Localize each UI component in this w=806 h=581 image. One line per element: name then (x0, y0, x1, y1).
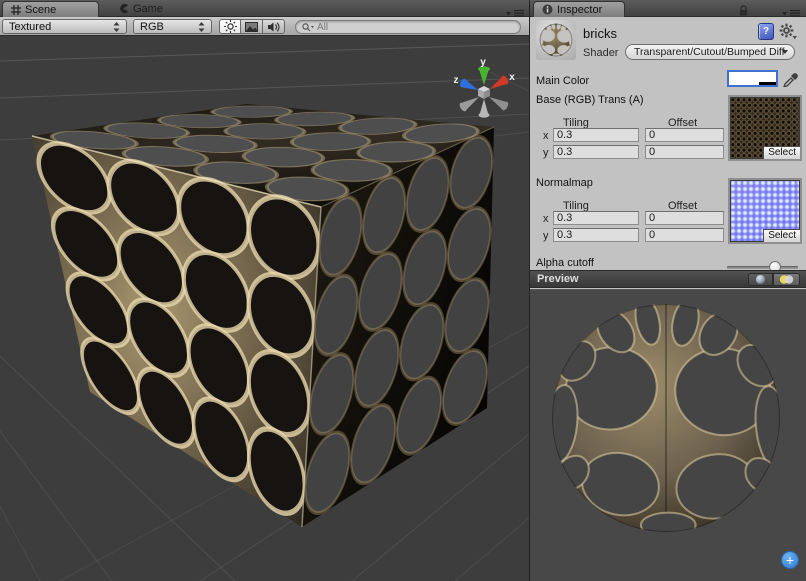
unity-editor-window: Scene Game Textured (0, 0, 806, 581)
scene-grid-icon (11, 5, 21, 15)
scene-search-field[interactable] (295, 20, 521, 34)
gear-icon (779, 23, 797, 40)
updown-arrows-icon (198, 22, 205, 32)
tab-scene-label: Scene (25, 4, 56, 16)
info-icon (542, 4, 553, 15)
inspector-tab-bar: Inspector (530, 0, 806, 17)
gizmo-z-label: z (454, 75, 459, 86)
plus-glyph: + (786, 552, 794, 568)
normal-x-label: x (543, 213, 549, 225)
base-texture-select-button[interactable]: Select (763, 146, 800, 159)
search-icon (302, 23, 314, 32)
scene-skybox-toggle[interactable] (241, 19, 263, 34)
scene-audio-toggle[interactable] (263, 19, 285, 34)
orientation-gizmo[interactable]: y x z (454, 57, 516, 118)
scene-lighting-toggle[interactable] (219, 19, 241, 34)
color-channels-value: RGB (140, 21, 198, 33)
tab-scene[interactable]: Scene (2, 1, 99, 17)
render-mode-value: Textured (9, 21, 113, 33)
color-channels-dropdown[interactable]: RGB (133, 19, 212, 34)
gear-button[interactable] (779, 23, 797, 40)
chevron-down-icon (782, 50, 788, 54)
material-inspector: bricks Shader Transparent/Cutout/Bumped … (530, 17, 806, 287)
preview-header[interactable]: Preview (530, 270, 806, 288)
material-name: bricks (583, 26, 617, 41)
scene-tab-bar: Scene Game (0, 0, 529, 17)
inspector-panel: Inspector bricks Shader (530, 0, 806, 581)
base-x-label: x (543, 130, 549, 142)
gizmo-y-label: y (480, 57, 486, 68)
normalmap-thumbnail[interactable]: Select (728, 178, 802, 244)
normal-offset-y-field[interactable] (645, 228, 724, 242)
normal-offset-x-field[interactable] (645, 211, 724, 225)
material-thumbnail[interactable] (536, 20, 576, 60)
image-icon (245, 22, 258, 32)
sphere-icon (755, 274, 766, 285)
scene-toolbar: Textured RGB (0, 17, 529, 36)
preview-mesh-button[interactable] (748, 273, 773, 286)
gizmo-x-label: x (509, 72, 515, 83)
two-lights-icon (779, 274, 794, 285)
eyedropper-button[interactable] (782, 69, 798, 90)
shader-dropdown[interactable]: Transparent/Cutout/Bumped Diff (625, 44, 795, 60)
normal-y-label: y (543, 230, 549, 242)
main-color-label: Main Color (536, 75, 589, 87)
base-offset-x-field[interactable] (645, 128, 724, 142)
preview-lighting-button[interactable] (773, 273, 800, 286)
base-texture-thumbnail[interactable]: Select (728, 95, 802, 161)
main-color-swatch[interactable] (727, 70, 778, 87)
normalmap-select-button[interactable]: Select (763, 229, 800, 242)
shader-label: Shader (583, 47, 618, 59)
normal-tiling-y-field[interactable] (553, 228, 639, 242)
preview-title: Preview (530, 273, 748, 285)
scene-panel-menu-icon[interactable] (506, 10, 524, 17)
normalmap-label: Normalmap (536, 177, 593, 189)
sun-icon (224, 20, 237, 33)
base-y-label: y (543, 147, 549, 159)
normal-tiling-x-field[interactable] (553, 211, 639, 225)
scene-viewport[interactable]: y x z (0, 36, 529, 581)
scene-panel: Scene Game Textured (0, 0, 529, 581)
speaker-icon (267, 21, 280, 33)
updown-arrows-icon (113, 22, 120, 32)
game-icon (118, 3, 129, 14)
tab-inspector-label: Inspector (557, 4, 602, 16)
tab-game-label: Game (133, 3, 163, 15)
base-tiling-x-field[interactable] (553, 128, 639, 142)
help-button[interactable]: ? (758, 23, 774, 40)
alpha-bar (759, 82, 776, 85)
base-section-label: Base (RGB) Trans (A) (536, 94, 644, 106)
alpha-cutoff-label: Alpha cutoff (536, 257, 594, 269)
textured-cube[interactable] (32, 104, 494, 527)
inspector-panel-menu-icon[interactable] (782, 10, 800, 17)
base-tiling-y-field[interactable] (553, 145, 639, 159)
scene-search-input[interactable] (317, 21, 514, 33)
slider-track[interactable] (727, 266, 798, 269)
preview-body[interactable]: + (530, 289, 806, 581)
add-preview-button[interactable]: + (781, 551, 799, 569)
help-glyph: ? (763, 26, 769, 37)
shader-value: Transparent/Cutout/Bumped Diff (634, 46, 785, 58)
tab-game[interactable]: Game (112, 0, 169, 17)
tab-inspector[interactable]: Inspector (533, 1, 625, 17)
eyedropper-icon (782, 69, 798, 87)
render-mode-dropdown[interactable]: Textured (2, 19, 127, 34)
base-offset-y-field[interactable] (645, 145, 724, 159)
